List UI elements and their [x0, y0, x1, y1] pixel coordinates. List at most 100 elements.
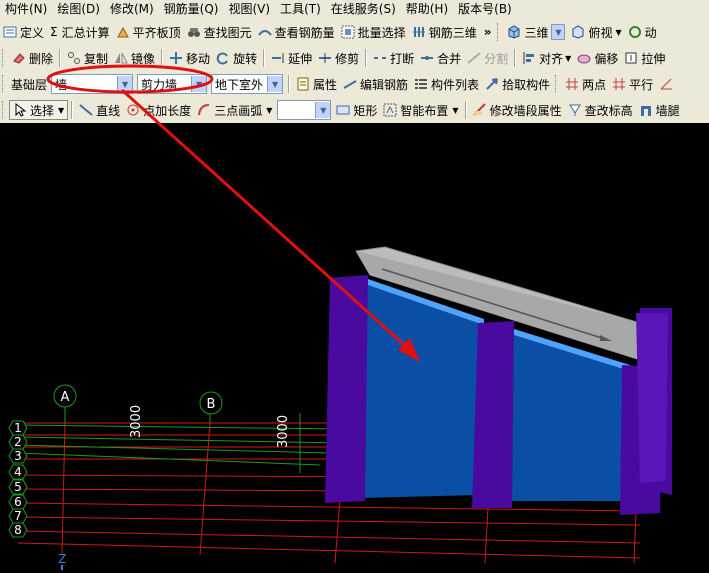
rectangle-button[interactable]: 矩形 [333, 99, 380, 121]
chevron-down-icon[interactable]: ▼ [266, 106, 272, 115]
edit-toolbar: 删除 复制 镜像 移动 旋转 延伸 修剪 打断 合并 分割 对齐 ▼ 偏移 拉伸 [0, 45, 709, 72]
line-icon [79, 103, 93, 117]
component-type-select[interactable]: 墙 ▼ [51, 74, 134, 94]
align-button[interactable]: 对齐 ▼ [519, 47, 574, 69]
wall-tool-button[interactable]: 墙腿 [636, 99, 683, 121]
edit-rebar-button[interactable]: 编辑钢筋 [340, 73, 411, 95]
component-subtype-select[interactable]: 剪力墙 ▼ [137, 74, 208, 94]
modify-wall-segment-button[interactable]: 修改墙段属性 [470, 99, 565, 121]
define-button[interactable]: 定义 [0, 21, 47, 43]
mirror-icon [114, 51, 128, 65]
two-point-button[interactable]: 两点 [562, 73, 609, 95]
axis-row-label: 4 [14, 465, 22, 479]
drawing-viewport[interactable]: A B 1 2 3 4 5 6 7 8 3000 3000 Z [0, 123, 709, 570]
axis-lines [17, 405, 341, 473]
smart-layout-icon [383, 103, 397, 117]
break-button[interactable]: 打断 [370, 47, 417, 69]
sum-calc-button[interactable]: Σ 汇总计算 [47, 21, 113, 43]
menu-item-tools[interactable]: 工具(T) [275, 0, 326, 19]
extend-icon [271, 51, 285, 65]
properties-button[interactable]: 属性 [293, 73, 340, 95]
stretch-icon [624, 51, 638, 65]
axis-row-label: 1 [14, 421, 22, 435]
rotate-icon [216, 51, 230, 65]
chevron-down-icon[interactable]: ▼ [616, 28, 622, 37]
component-list-button[interactable]: 构件列表 [411, 73, 482, 95]
axis-col-label: B [207, 397, 216, 412]
eraser-icon [12, 51, 26, 65]
chevron-down-icon[interactable]: ▼ [191, 76, 207, 92]
level-top-button[interactable]: 平齐板顶 [113, 21, 184, 43]
draw-toolbar: 选择 ▼ 直线 点加长度 三点画弧 ▼ ▼ 矩形 智能布置 ▼ 修改墙段属性 查… [0, 97, 709, 124]
chevron-down-icon[interactable]: ▼ [565, 54, 571, 63]
break-icon [373, 51, 387, 65]
cursor-icon [13, 102, 27, 117]
menu-bar: 构件(N) 绘图(D) 修改(M) 钢筋量(Q) 视图(V) 工具(T) 在线服… [0, 0, 709, 20]
chevron-down-icon[interactable]: ▼ [452, 106, 458, 115]
view-3d-dropdown[interactable]: ▼ [551, 24, 566, 40]
line-button[interactable]: 直线 [76, 99, 123, 121]
shear-wall-3d[interactable] [325, 246, 672, 515]
copy-button[interactable]: 复制 [64, 47, 111, 69]
merge-button[interactable]: 合并 [417, 47, 464, 69]
mirror-button[interactable]: 镜像 [111, 47, 158, 69]
component-type-value: 墙 [55, 77, 68, 92]
view-rebar-button[interactable]: 查看钢筋量 [255, 21, 338, 43]
chevron-down-icon[interactable]: ▼ [117, 76, 133, 92]
menu-item-view[interactable]: 视图(V) [223, 0, 275, 19]
split-icon [467, 51, 481, 65]
3d-scene: A B 1 2 3 4 5 6 7 8 3000 3000 Z [8, 246, 672, 570]
delete-button[interactable]: 删除 [9, 47, 56, 69]
select-button[interactable]: 选择 ▼ [9, 100, 69, 120]
extend-button[interactable]: 延伸 [268, 47, 315, 69]
merge-icon [420, 51, 434, 65]
dynamic-view-button[interactable]: 动 [625, 21, 660, 43]
angle-icon [659, 77, 673, 91]
trim-button[interactable]: 修剪 [315, 47, 362, 69]
pick-component-button[interactable]: 拾取构件 [482, 73, 553, 95]
menu-item-component[interactable]: 构件(N) [0, 0, 52, 19]
modify-elevation-button[interactable]: 查改标高 [565, 99, 636, 121]
chevron-down-icon[interactable]: ▼ [58, 106, 64, 115]
menu-item-rebar-qty[interactable]: 钢筋量(Q) [159, 0, 224, 19]
axis-bubble-A: A [53, 384, 77, 408]
menu-item-draw[interactable]: 绘图(D) [52, 0, 105, 19]
two-point-icon [565, 77, 579, 91]
point-length-button[interactable]: 点加长度 [123, 99, 194, 121]
stretch-button[interactable]: 拉伸 [621, 47, 668, 69]
rotate-button[interactable]: 旋转 [213, 47, 260, 69]
arc-icon [197, 103, 211, 117]
toolbar-overflow-chevron[interactable]: » [480, 25, 496, 39]
angle-button[interactable] [656, 73, 679, 95]
axis-row-label: 2 [14, 435, 22, 449]
menu-item-help[interactable]: 帮助(H) [401, 0, 453, 19]
point-length-icon [126, 103, 140, 117]
menu-item-version[interactable]: 版本号(B) [453, 0, 517, 19]
find-element-button[interactable]: 查找图元 [184, 21, 255, 43]
pick-arrow-icon [485, 77, 499, 91]
move-button[interactable]: 移动 [166, 47, 213, 69]
view-3d-button[interactable]: 三维 ▼ [504, 21, 568, 43]
z-axis-label: Z [58, 552, 66, 566]
component-name-select[interactable]: 地下室外 ▼ [211, 74, 284, 94]
move-icon [169, 51, 183, 65]
arc-param-select[interactable]: ▼ [277, 100, 332, 120]
top-view-button[interactable]: 俯视 ▼ [568, 21, 624, 43]
component-name-value: 地下室外 [215, 77, 264, 92]
sigma-icon: Σ [50, 25, 58, 39]
menu-item-online[interactable]: 在线服务(S) [326, 0, 401, 19]
parallel-button[interactable]: 平行 [609, 73, 656, 95]
list-icon [414, 77, 428, 91]
menu-item-modify[interactable]: 修改(M) [105, 0, 159, 19]
modify-segment-icon [472, 103, 487, 117]
main-toolbar: 定义 Σ 汇总计算 平齐板顶 查找图元 查看钢筋量 批量选择 钢筋三维 » 三维… [0, 19, 709, 46]
chevron-down-icon[interactable]: ▼ [267, 76, 283, 92]
smart-layout-button[interactable]: 智能布置 ▼ [380, 99, 461, 121]
split-button[interactable]: 分割 [464, 47, 511, 69]
offset-button[interactable]: 偏移 [574, 47, 621, 69]
rebar-3d-button[interactable]: 钢筋三维 [409, 21, 480, 43]
three-point-arc-button[interactable]: 三点画弧 ▼ [194, 99, 275, 121]
chevron-down-icon[interactable]: ▼ [315, 102, 331, 118]
define-icon [3, 25, 17, 39]
batch-select-button[interactable]: 批量选择 [338, 21, 409, 43]
